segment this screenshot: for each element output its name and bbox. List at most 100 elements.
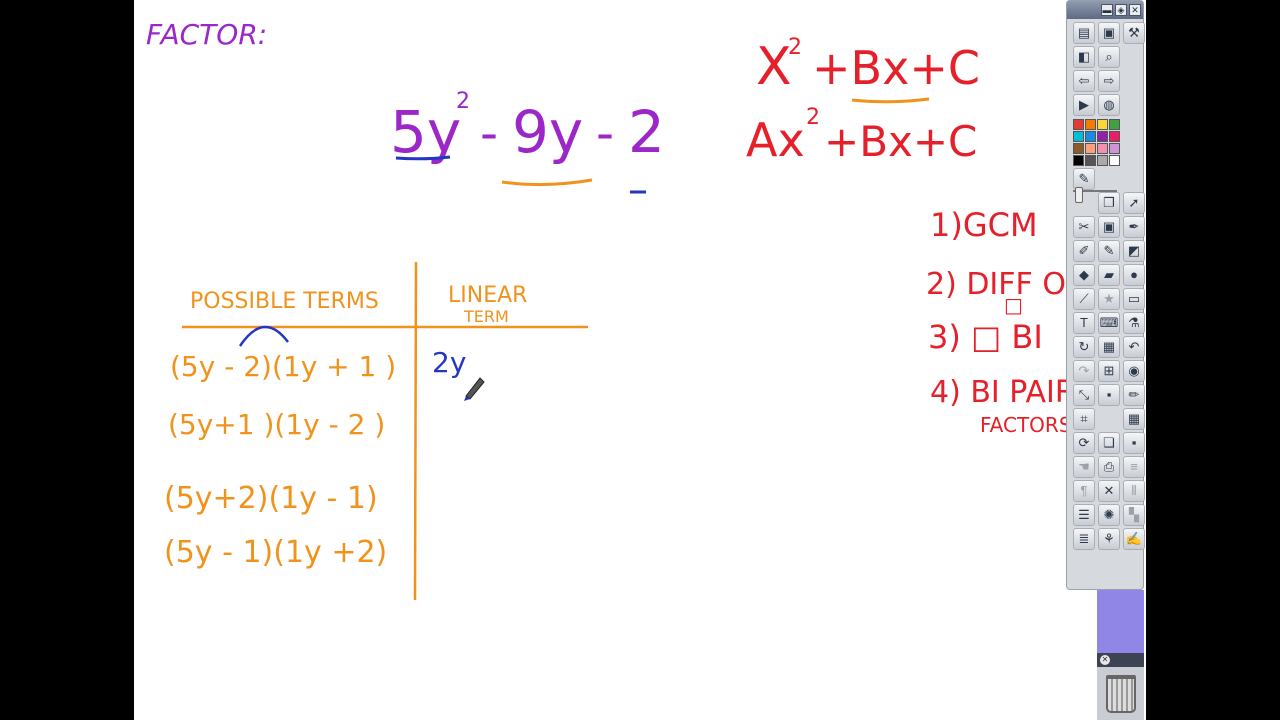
previous-page-icon[interactable]: ⇦ xyxy=(1073,70,1095,92)
color-swatch[interactable] xyxy=(1109,155,1120,166)
group-icon[interactable]: ▚ xyxy=(1123,504,1145,526)
next-page-icon[interactable]: ⇨ xyxy=(1098,70,1120,92)
color-swatch[interactable] xyxy=(1073,155,1084,166)
form1-exponent: 2 xyxy=(788,35,802,60)
floppy-icon[interactable]: ▪ xyxy=(1123,432,1145,454)
rotate-icon[interactable]: ↻ xyxy=(1073,336,1095,358)
print-icon[interactable]: ⎙ xyxy=(1098,456,1120,478)
form2-exponent: 2 xyxy=(806,105,820,130)
star-icon[interactable]: ★ xyxy=(1098,288,1120,310)
restore-icon[interactable]: ◈ xyxy=(1115,4,1127,16)
globe-icon[interactable]: ◍ xyxy=(1098,94,1120,116)
network-icon[interactable]: ✺ xyxy=(1098,504,1120,526)
expr-minus-2: - xyxy=(596,104,614,162)
crop-icon[interactable]: ⌗ xyxy=(1073,408,1095,430)
tool-grid: ▤ ▣ ⚒ ◧ ⌕ ⇦ ⇨ ▶ ◍ ✎ ❐ ➚ ✂ ▣ ✒ ✐ ✎ ◩ ◆ ▰ ● ⟋ ★ ▭ T ⌨ ⚗ ↻ ▦ ↶ ↷ ⊞ ◉ ⤡ ▪ ✏ ⌗ ▦ ⟳ ❏… xyxy=(1067,19,1145,574)
color-swatch[interactable] xyxy=(1085,131,1096,142)
pencil-icon[interactable]: ✏ xyxy=(1123,384,1145,406)
text-format-icon[interactable]: ¶ xyxy=(1073,480,1095,502)
color-swatch[interactable] xyxy=(1073,131,1084,142)
color-swatch[interactable] xyxy=(1109,131,1120,142)
factor-heading: FACTOR: xyxy=(146,18,267,51)
linear-entry: 2y xyxy=(432,346,466,379)
color-swatch[interactable] xyxy=(1085,119,1096,130)
screen-shade-icon[interactable]: ◧ xyxy=(1073,46,1095,68)
text-icon[interactable]: T xyxy=(1073,312,1095,334)
underline-b-term xyxy=(851,97,930,104)
layer-icon[interactable]: ☰ xyxy=(1073,504,1095,526)
trash-bin[interactable] xyxy=(1097,667,1144,720)
expr-leading-term: 5y xyxy=(390,98,461,166)
blank-icon xyxy=(1098,408,1120,430)
marker-icon[interactable]: ✎ xyxy=(1098,240,1120,262)
color-swatch[interactable] xyxy=(1073,143,1084,154)
fill-icon[interactable]: ◆ xyxy=(1073,264,1095,286)
scissors-icon[interactable]: ✂ xyxy=(1073,216,1095,238)
paste-icon[interactable]: ❏ xyxy=(1098,432,1120,454)
ruler-icon[interactable]: ▭ xyxy=(1123,288,1145,310)
table-header-possible-terms: POSSIBLE TERMS xyxy=(190,289,379,314)
keyboard-icon[interactable]: ⌨ xyxy=(1098,312,1120,334)
blank-icon xyxy=(1073,552,1095,574)
notes-icon[interactable]: ✍ xyxy=(1123,528,1145,550)
redo-icon[interactable]: ↷ xyxy=(1073,360,1095,382)
whiteboard-ink: FACTOR: 5y 2 - 9y - 2 X 2 +Bx+C Ax 2 +Bx… xyxy=(146,18,1083,601)
highlighter-icon[interactable]: ✐ xyxy=(1073,240,1095,262)
blank-icon xyxy=(1123,94,1145,116)
magic-pen-icon[interactable]: ⟋ xyxy=(1073,288,1095,310)
table-row: (5y+1 )(1y - 2 ) xyxy=(168,408,385,441)
delete-icon[interactable]: ✕ xyxy=(1098,480,1120,502)
expr-constant: 2 xyxy=(628,98,665,166)
shapes-icon[interactable]: ● xyxy=(1123,264,1145,286)
camera-icon[interactable]: ▣ xyxy=(1098,216,1120,238)
slider-knob[interactable] xyxy=(1075,187,1083,203)
color-swatch[interactable] xyxy=(1073,119,1084,130)
page-sorter-icon[interactable]: ▤ xyxy=(1073,22,1095,44)
calculator-icon[interactable]: ▦ xyxy=(1123,408,1145,430)
spray-icon[interactable]: ⚗ xyxy=(1123,312,1145,334)
color-picker-icon[interactable]: ◉ xyxy=(1123,360,1145,382)
align-icon[interactable]: ≡ xyxy=(1123,456,1145,478)
select-arrow-icon[interactable]: ➚ xyxy=(1123,192,1145,214)
undo-icon[interactable]: ↶ xyxy=(1123,336,1145,358)
tools-icon[interactable]: ⚒ xyxy=(1123,22,1145,44)
toolbox-panel[interactable]: ▬ ◈ ✕ ▤ ▣ ⚒ ◧ ⌕ ⇦ ⇨ ▶ ◍ ✎ ❐ ➚ ✂ ▣ ✒ ✐ ✎ ◩ ◆ ▰ ● ⟋ ★ ▭ T ⌨ ⚗ ↻ ▦ ↶ ↷ ⊞ ◉ ⤡… xyxy=(1066,0,1145,590)
close-icon[interactable]: ✕ xyxy=(1100,655,1110,665)
stack-icon[interactable]: ≣ xyxy=(1073,528,1095,550)
pen-icon[interactable]: ✒ xyxy=(1123,216,1145,238)
pen-width-slider[interactable] xyxy=(1073,187,1123,203)
minimize-icon[interactable]: ▬ xyxy=(1101,4,1113,16)
color-swatch[interactable] xyxy=(1097,131,1108,142)
grid-icon[interactable]: ⊞ xyxy=(1098,360,1120,382)
calculator-icon[interactable]: ▦ xyxy=(1098,336,1120,358)
presentation-icon[interactable]: ▣ xyxy=(1098,22,1120,44)
play-icon[interactable]: ▶ xyxy=(1073,94,1095,116)
form1-rest: +Bx+C xyxy=(812,41,980,95)
hand-icon[interactable]: ☚ xyxy=(1073,456,1095,478)
toolbox-titlebar[interactable]: ▬ ◈ ✕ xyxy=(1067,1,1143,19)
step-3: 3) □ BI xyxy=(928,318,1043,356)
resize-icon[interactable]: ⤡ xyxy=(1073,384,1095,406)
save-icon[interactable]: ▪ xyxy=(1098,384,1120,406)
table-divider-line xyxy=(413,261,418,601)
color-swatch[interactable] xyxy=(1109,143,1120,154)
zoom-icon[interactable]: ⌕ xyxy=(1098,46,1120,68)
blank-icon xyxy=(1098,552,1120,574)
color-swatch[interactable] xyxy=(1097,119,1108,130)
color-swatch[interactable] xyxy=(1097,143,1108,154)
align-left-icon[interactable]: ⫴ xyxy=(1123,480,1145,502)
color-swatch[interactable] xyxy=(1085,143,1096,154)
copy-icon[interactable]: ❐ xyxy=(1098,192,1120,214)
color-swatch[interactable] xyxy=(1097,155,1108,166)
brush-icon[interactable]: ⚘ xyxy=(1098,528,1120,550)
table-header-term: TERM xyxy=(463,307,509,326)
step-4: 4) BI PAIR xyxy=(930,375,1076,410)
form2-ax: Ax xyxy=(746,113,805,167)
eraser-icon[interactable]: ◩ xyxy=(1123,240,1145,262)
color-swatch[interactable] xyxy=(1085,155,1096,166)
whiteboard-canvas[interactable]: FACTOR: 5y 2 - 9y - 2 X 2 +Bx+C Ax 2 +Bx… xyxy=(134,0,1146,720)
refresh-icon[interactable]: ⟳ xyxy=(1073,432,1095,454)
color-swatch[interactable] xyxy=(1109,119,1120,130)
folder-icon[interactable]: ▰ xyxy=(1098,264,1120,286)
close-window-icon[interactable]: ✕ xyxy=(1129,4,1141,16)
